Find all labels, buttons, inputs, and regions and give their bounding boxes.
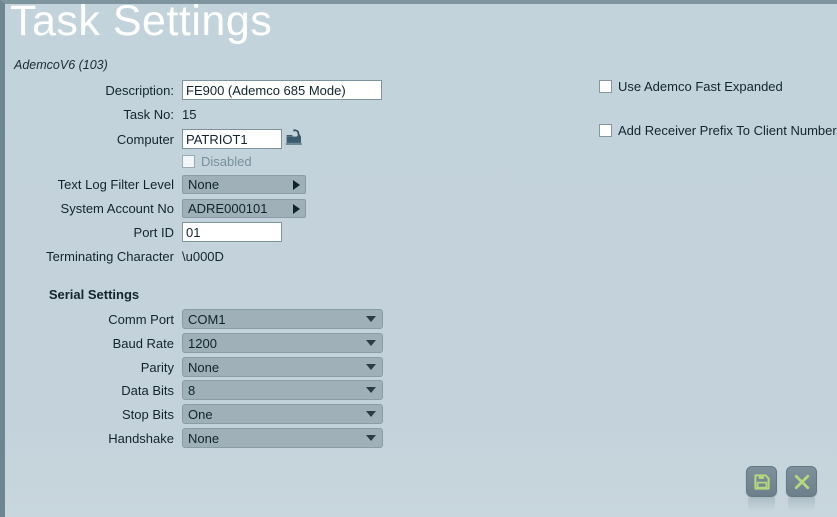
text-log-filter-level-value: None xyxy=(188,177,220,192)
serial-settings-heading: Serial Settings xyxy=(48,287,140,302)
add-receiver-prefix-checkbox[interactable] xyxy=(599,124,612,137)
handshake-select[interactable]: None xyxy=(182,428,383,448)
chevron-down-icon xyxy=(366,316,376,322)
use-ademco-fast-expanded-checkbox[interactable] xyxy=(599,80,612,93)
stop-bits-label: Stop Bits xyxy=(121,406,174,422)
comm-port-label: Comm Port xyxy=(108,311,174,327)
description-label: Description: xyxy=(105,82,174,98)
computer-browse-button[interactable] xyxy=(284,128,304,148)
text-log-filter-level-row: Text Log Filter Level None xyxy=(14,175,306,194)
chevron-down-icon xyxy=(366,387,376,393)
task-type-subtitle: AdemcoV6 (103) xyxy=(14,58,108,72)
handshake-value: None xyxy=(188,430,220,446)
terminating-character-row: Terminating Character \u000D xyxy=(14,249,224,264)
comm-port-row: Comm Port COM1 xyxy=(14,309,383,329)
text-log-filter-level-label: Text Log Filter Level xyxy=(57,177,174,192)
port-id-label: Port ID xyxy=(133,224,174,240)
disabled-checkbox[interactable] xyxy=(182,155,195,168)
system-account-no-row: System Account No ADRE000101 xyxy=(14,199,306,218)
stop-bits-select[interactable]: One xyxy=(182,404,383,424)
description-row: Description: xyxy=(14,80,382,100)
chevron-right-icon xyxy=(293,203,300,214)
disabled-checkbox-row[interactable]: Disabled xyxy=(182,154,252,169)
handshake-label: Handshake xyxy=(108,430,174,446)
task-no-label: Task No: xyxy=(123,107,174,122)
handshake-row: Handshake None xyxy=(14,428,383,448)
parity-value: None xyxy=(188,359,220,375)
serial-settings-heading-row: Serial Settings xyxy=(14,287,182,302)
save-button[interactable] xyxy=(746,466,777,512)
parity-select[interactable]: None xyxy=(182,357,383,377)
baud-rate-label: Baud Rate xyxy=(112,335,174,351)
data-bits-value: 8 xyxy=(188,382,196,398)
stop-bits-row: Stop Bits One xyxy=(14,404,383,424)
computer-input[interactable] xyxy=(182,129,282,149)
system-account-no-value: ADRE000101 xyxy=(188,201,268,216)
port-id-row: Port ID xyxy=(14,222,282,242)
task-no-value: 15 xyxy=(182,107,197,122)
chevron-down-icon xyxy=(366,340,376,346)
parity-row: Parity None xyxy=(14,357,383,377)
baud-rate-select[interactable]: 1200 xyxy=(182,333,383,353)
use-ademco-fast-expanded-label: Use Ademco Fast Expanded xyxy=(618,79,783,94)
computer-row: Computer xyxy=(14,129,282,149)
chevron-down-icon xyxy=(366,364,376,370)
add-receiver-prefix-label: Add Receiver Prefix To Client Number xyxy=(618,123,837,138)
system-account-no-label: System Account No xyxy=(60,201,174,216)
close-x-icon xyxy=(794,474,809,489)
system-account-no-picker[interactable]: ADRE000101 xyxy=(182,199,306,218)
comm-port-value: COM1 xyxy=(188,311,226,327)
task-no-row: Task No: 15 xyxy=(14,107,196,122)
data-bits-select[interactable]: 8 xyxy=(182,380,383,400)
floppy-disk-icon xyxy=(753,473,770,490)
disabled-label: Disabled xyxy=(201,154,252,169)
baud-rate-row: Baud Rate 1200 xyxy=(14,333,383,353)
folder-browse-icon xyxy=(285,129,302,145)
stop-bits-value: One xyxy=(188,406,213,422)
text-log-filter-level-picker[interactable]: None xyxy=(182,175,306,194)
baud-rate-value: 1200 xyxy=(188,335,217,351)
description-input[interactable] xyxy=(182,80,382,100)
terminating-character-value: \u000D xyxy=(182,249,224,264)
task-settings-window: Task Settings AdemcoV6 (103) Description… xyxy=(0,0,837,517)
chevron-down-icon xyxy=(366,411,376,417)
add-receiver-prefix-row[interactable]: Add Receiver Prefix To Client Number xyxy=(599,123,837,138)
port-id-input[interactable] xyxy=(182,222,282,242)
page-title: Task Settings xyxy=(10,0,273,45)
chevron-down-icon xyxy=(366,435,376,441)
action-buttons xyxy=(746,466,817,512)
cancel-button[interactable] xyxy=(786,466,817,512)
data-bits-label: Data Bits xyxy=(121,382,174,398)
data-bits-row: Data Bits 8 xyxy=(14,380,383,400)
parity-label: Parity xyxy=(140,359,174,375)
chevron-right-icon xyxy=(293,179,300,190)
terminating-character-label: Terminating Character xyxy=(46,249,174,264)
computer-label: Computer xyxy=(116,131,174,147)
use-ademco-fast-expanded-row[interactable]: Use Ademco Fast Expanded xyxy=(599,79,783,94)
comm-port-select[interactable]: COM1 xyxy=(182,309,383,329)
